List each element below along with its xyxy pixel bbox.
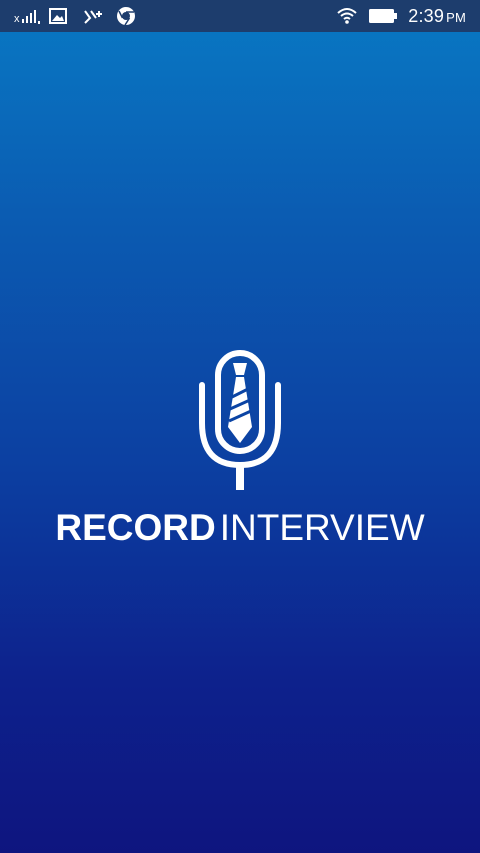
chrome-icon <box>116 6 138 26</box>
signal-icon: x <box>14 6 40 26</box>
wordmark-interview: INTERVIEW <box>219 507 425 548</box>
svg-text:x: x <box>14 13 20 25</box>
gallery-icon <box>48 6 70 26</box>
wifi-icon <box>336 6 358 26</box>
download-icon <box>82 6 104 26</box>
microphone-tie-icon <box>199 350 281 490</box>
clock-time: 2:39 <box>408 5 445 26</box>
battery-icon <box>368 6 398 26</box>
clock-ampm: PM <box>446 9 466 25</box>
status-clock: 2:39 PM <box>408 6 466 27</box>
status-icons-right: 2:39 PM <box>336 4 466 28</box>
wordmark-record: RECORD <box>55 507 216 548</box>
app-logo: RECORD INTERVIEW <box>0 345 480 549</box>
status-bar: x 2:39 PM <box>0 0 480 32</box>
app-wordmark: RECORD INTERVIEW <box>55 507 424 549</box>
splash-screen: x 2:39 PM RECORD INTERVIEW <box>0 0 480 853</box>
status-icons-left: x <box>14 4 138 28</box>
